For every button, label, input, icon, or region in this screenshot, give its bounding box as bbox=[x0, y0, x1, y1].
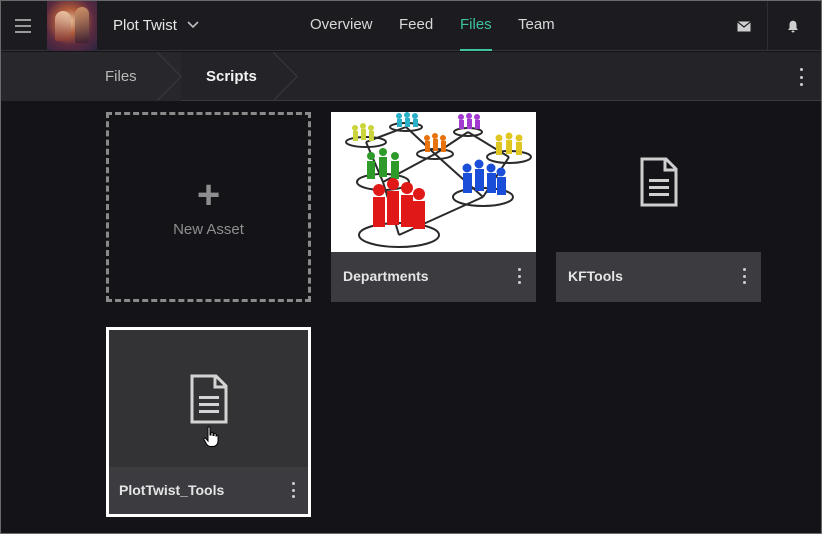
new-asset-label: New Asset bbox=[173, 220, 244, 238]
mail-button[interactable] bbox=[721, 1, 766, 51]
breadcrumb-separator bbox=[157, 52, 182, 101]
project-name[interactable]: Plot Twist bbox=[113, 17, 177, 34]
tab-overview[interactable]: Overview bbox=[310, 16, 373, 51]
mail-icon bbox=[736, 20, 751, 31]
more-vertical-icon[interactable] bbox=[741, 268, 747, 284]
breadcrumb-scripts: Scripts bbox=[206, 68, 257, 85]
tab-feed[interactable]: Feed bbox=[399, 16, 433, 51]
asset-thumbnail bbox=[556, 112, 761, 252]
tab-team[interactable]: Team bbox=[518, 16, 555, 51]
document-icon bbox=[640, 157, 677, 207]
asset-title[interactable]: KFTools bbox=[568, 268, 623, 284]
asset-card-departments[interactable]: Departments bbox=[331, 112, 536, 302]
breadcrumb-files-segment[interactable] bbox=[1, 52, 181, 101]
asset-thumbnail bbox=[331, 112, 536, 252]
notifications-button[interactable] bbox=[767, 1, 817, 51]
more-vertical-icon[interactable] bbox=[791, 68, 811, 86]
plus-icon: + bbox=[196, 172, 221, 217]
asset-title[interactable]: Departments bbox=[343, 268, 429, 284]
asset-card-footer: Departments bbox=[331, 252, 536, 302]
breadcrumb-separator bbox=[273, 52, 298, 101]
more-vertical-icon[interactable] bbox=[516, 268, 522, 284]
asset-card-footer: PlotTwist_Tools bbox=[109, 467, 308, 514]
asset-card-footer: KFTools bbox=[556, 252, 761, 302]
document-icon bbox=[190, 374, 227, 423]
asset-card-plottwist-tools[interactable]: PlotTwist_Tools bbox=[106, 327, 311, 517]
more-vertical-icon[interactable] bbox=[290, 482, 296, 498]
hand-cursor-icon bbox=[203, 426, 219, 447]
network-people-image bbox=[331, 112, 536, 252]
asset-card-kftools[interactable]: KFTools bbox=[556, 112, 761, 302]
chevron-down-icon[interactable] bbox=[187, 18, 199, 30]
project-thumbnail[interactable] bbox=[47, 1, 97, 51]
breadcrumb: Files Scripts bbox=[1, 52, 821, 101]
menu-button[interactable] bbox=[1, 1, 45, 51]
new-asset-button[interactable]: + New Asset bbox=[106, 112, 311, 302]
menu-icon bbox=[15, 17, 31, 35]
tab-files[interactable]: Files bbox=[460, 16, 492, 51]
asset-thumbnail bbox=[109, 330, 308, 467]
asset-title[interactable]: PlotTwist_Tools bbox=[119, 482, 224, 498]
breadcrumb-files[interactable]: Files bbox=[105, 68, 137, 85]
bell-icon bbox=[787, 20, 798, 32]
top-bar: Plot Twist Overview Feed Files Team bbox=[1, 1, 821, 51]
